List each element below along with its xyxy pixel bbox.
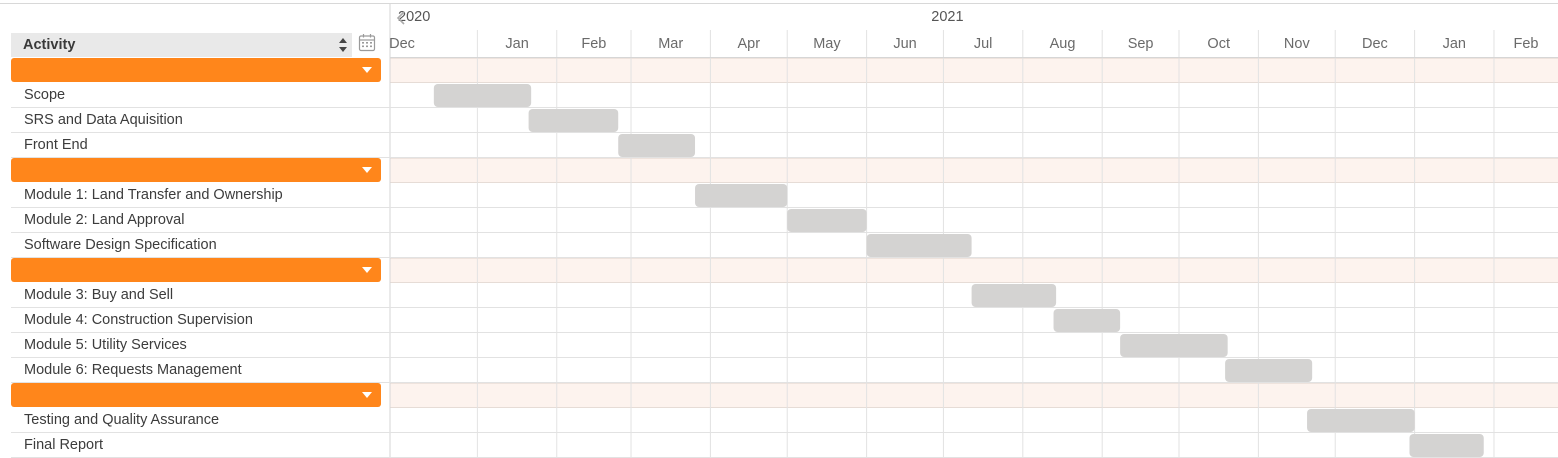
month-label: Nov [1284,36,1311,52]
task-name: Scope [24,87,66,103]
task-row[interactable]: Module 3: Buy and Sell [11,283,1558,308]
task-row[interactable]: Front End [11,133,1558,158]
sort-updown-icon[interactable] [338,37,348,53]
month-label: Dec [1362,36,1388,52]
task-row[interactable]: Final Report [11,433,1558,458]
task-name: Final Report [24,437,103,453]
activity-header-label: Activity [23,37,76,53]
year-label: 2021 [931,9,963,25]
task-name: SRS and Data Aquisition [24,112,183,128]
month-label: Jun [893,36,916,52]
month-label: Jan [505,36,528,52]
task-row[interactable]: Module 4: Construction Supervision [11,308,1558,333]
task-name: Module 5: Utility Services [24,337,187,353]
caret-down-icon[interactable] [362,392,372,398]
month-label: Dec [389,36,415,52]
task-name: Module 3: Buy and Sell [24,287,174,303]
task-name: Software Design Specification [24,237,217,253]
task-name: Front End [24,137,88,153]
caret-down-icon[interactable] [362,267,372,273]
month-label: Oct [1207,36,1230,52]
month-label: Jul [974,36,993,52]
caret-down-icon[interactable] [362,167,372,173]
group-header-bar[interactable] [11,58,381,82]
task-name: Testing and Quality Assurance [24,412,220,428]
activity-column-header[interactable]: Activity [11,33,352,57]
group-header-bar[interactable] [11,258,381,282]
task-row[interactable]: Scope [11,83,1558,108]
task-row[interactable]: Module 1: Land Transfer and Ownership [11,183,1558,208]
calendar-icon[interactable] [358,33,376,52]
task-row[interactable]: Testing and Quality Assurance [11,408,1558,433]
task-row[interactable]: Module 6: Requests Management [11,358,1558,383]
task-name: Module 6: Requests Management [24,362,242,378]
month-label: Apr [738,36,761,52]
group-header-bar[interactable] [11,158,381,182]
month-label: Sep [1128,36,1154,52]
task-name: Module 2: Land Approval [24,212,185,228]
month-label: Jan [1443,36,1466,52]
task-name: Module 1: Land Transfer and Ownership [24,187,283,203]
month-label: Feb [1513,36,1538,52]
month-label: Mar [658,36,683,52]
task-row[interactable]: Software Design Specification [11,233,1558,258]
group-header-bar[interactable] [11,383,381,407]
caret-down-icon[interactable] [362,67,372,73]
month-label: Aug [1050,36,1076,52]
task-name: Module 4: Construction Supervision [24,312,253,328]
month-label: Feb [581,36,606,52]
task-row[interactable]: Module 5: Utility Services [11,333,1558,358]
task-row[interactable]: Module 2: Land Approval [11,208,1558,233]
month-label: May [813,36,841,52]
task-row[interactable]: SRS and Data Aquisition [11,108,1558,133]
